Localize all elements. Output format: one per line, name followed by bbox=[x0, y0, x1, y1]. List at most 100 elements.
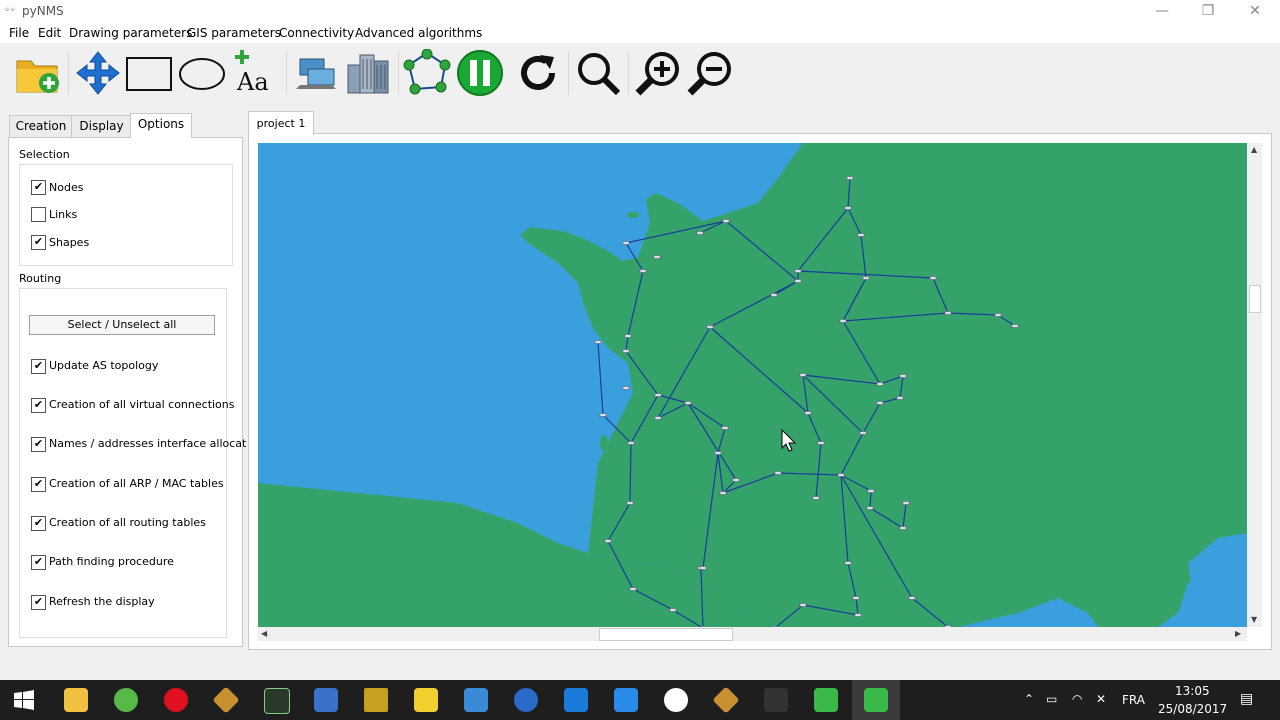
router-node[interactable] bbox=[594, 340, 602, 344]
shapes-checkbox[interactable]: ✔ bbox=[31, 235, 46, 250]
wireshark-icon[interactable] bbox=[564, 688, 588, 712]
router-node[interactable] bbox=[1011, 324, 1019, 328]
menu-connectivity[interactable]: Connectivity bbox=[279, 26, 354, 40]
horizontal-scroll-thumb[interactable] bbox=[599, 628, 733, 641]
router-node[interactable] bbox=[852, 596, 860, 600]
router-node[interactable] bbox=[684, 401, 692, 405]
router-node[interactable] bbox=[839, 319, 847, 323]
menu-edit[interactable]: Edit bbox=[38, 26, 61, 40]
app-icon[interactable] bbox=[764, 688, 788, 712]
router-node[interactable] bbox=[862, 276, 870, 280]
refresh-icon[interactable] bbox=[514, 49, 562, 97]
tab-display[interactable]: Display bbox=[71, 115, 132, 138]
routing-tables-checkbox[interactable]: ✔ bbox=[31, 516, 46, 531]
arp-mac-tables-checkbox[interactable]: ✔ bbox=[31, 477, 46, 492]
router-node[interactable] bbox=[706, 325, 714, 329]
router-node[interactable] bbox=[714, 451, 722, 455]
code-editor-active-icon[interactable] bbox=[864, 688, 888, 712]
zoom-out-icon[interactable] bbox=[686, 49, 734, 97]
nodes-checkbox[interactable]: ✔ bbox=[31, 180, 46, 195]
vertical-scroll-thumb[interactable] bbox=[1249, 285, 1261, 313]
router-node[interactable] bbox=[867, 489, 875, 493]
router-node[interactable] bbox=[794, 269, 802, 273]
menu-file[interactable]: File bbox=[9, 26, 29, 40]
scroll-down-icon[interactable]: ▼ bbox=[1251, 615, 1257, 624]
router-node[interactable] bbox=[837, 473, 845, 477]
router-node[interactable] bbox=[622, 386, 630, 390]
router-node[interactable] bbox=[896, 396, 904, 400]
network-devices-icon[interactable] bbox=[292, 49, 340, 97]
router-node[interactable] bbox=[696, 231, 704, 235]
router-node[interactable] bbox=[854, 613, 862, 617]
router-node[interactable] bbox=[799, 603, 807, 607]
python-app-icon[interactable] bbox=[514, 688, 538, 712]
battery-icon[interactable]: ▭ bbox=[1046, 692, 1057, 706]
git-app-icon[interactable] bbox=[212, 686, 240, 714]
clock-date[interactable]: 25/08/2017 bbox=[1158, 702, 1227, 716]
language-indicator[interactable]: FRA bbox=[1122, 693, 1145, 707]
search-icon[interactable] bbox=[574, 49, 622, 97]
zeal-app-icon[interactable] bbox=[614, 688, 638, 712]
router-node[interactable] bbox=[599, 413, 607, 417]
router-node[interactable] bbox=[876, 382, 884, 386]
vertical-scrollbar[interactable]: ▲ ▼ bbox=[1247, 143, 1262, 627]
router-node[interactable] bbox=[857, 233, 865, 237]
router-node[interactable] bbox=[770, 293, 778, 297]
interface-allocation-checkbox[interactable]: ✔ bbox=[31, 437, 46, 452]
router-node[interactable] bbox=[902, 501, 910, 505]
router-node[interactable] bbox=[721, 426, 729, 430]
scroll-right-icon[interactable]: ▶ bbox=[1235, 629, 1241, 638]
router-node[interactable] bbox=[627, 441, 635, 445]
router-node[interactable] bbox=[722, 219, 730, 223]
menu-gis-parameters[interactable]: GIS parameters bbox=[187, 26, 281, 40]
file-explorer-icon[interactable] bbox=[64, 688, 88, 712]
scroll-left-icon[interactable]: ◀ bbox=[261, 629, 267, 638]
router-node[interactable] bbox=[944, 311, 952, 315]
menu-advanced-algorithms[interactable]: Advanced algorithms bbox=[355, 26, 482, 40]
links-checkbox[interactable] bbox=[31, 207, 46, 222]
router-node[interactable] bbox=[622, 241, 630, 245]
router-node[interactable] bbox=[859, 431, 867, 435]
globe-app-icon[interactable] bbox=[114, 688, 138, 712]
opera-browser-icon[interactable] bbox=[164, 688, 188, 712]
close-button[interactable]: ✕ bbox=[1232, 0, 1278, 23]
xming-icon[interactable] bbox=[364, 688, 388, 712]
select-unselect-all-button[interactable]: Select / Unselect all bbox=[29, 315, 215, 335]
router-node[interactable] bbox=[732, 478, 740, 482]
restore-button[interactable]: ❐ bbox=[1185, 0, 1231, 23]
path-finding-checkbox[interactable]: ✔ bbox=[31, 555, 46, 570]
router-node[interactable] bbox=[622, 349, 630, 353]
pause-icon[interactable] bbox=[456, 49, 504, 97]
router-node[interactable] bbox=[899, 526, 907, 530]
horizontal-scrollbar[interactable]: ◀ ▶ bbox=[258, 627, 1247, 641]
router-node[interactable] bbox=[929, 276, 937, 280]
router-node[interactable] bbox=[844, 561, 852, 565]
router-node[interactable] bbox=[629, 587, 637, 591]
router-node[interactable] bbox=[604, 539, 612, 543]
router-node[interactable] bbox=[817, 441, 825, 445]
graph-layout-icon[interactable] bbox=[403, 49, 451, 97]
router-node[interactable] bbox=[812, 496, 820, 500]
router-node[interactable] bbox=[844, 206, 852, 210]
router-node[interactable] bbox=[799, 373, 807, 377]
refresh-display-checkbox[interactable]: ✔ bbox=[31, 595, 46, 610]
router-node[interactable] bbox=[908, 596, 916, 600]
router-node[interactable] bbox=[794, 279, 802, 283]
terminal-icon[interactable] bbox=[264, 688, 290, 714]
rectangle-icon[interactable] bbox=[125, 49, 173, 97]
wifi-icon[interactable]: ◠ bbox=[1072, 692, 1082, 706]
slack-icon[interactable] bbox=[664, 688, 688, 712]
tab-project-1[interactable]: project 1 bbox=[248, 111, 314, 135]
notifications-icon[interactable]: ▤ bbox=[1240, 691, 1253, 707]
virtualbox-icon[interactable] bbox=[464, 688, 488, 712]
volume-muted-icon[interactable]: ✕ bbox=[1096, 692, 1106, 706]
network-link[interactable] bbox=[597, 341, 604, 416]
router-node[interactable] bbox=[846, 176, 854, 180]
notes-app-icon[interactable] bbox=[414, 688, 438, 712]
clock-time[interactable]: 13:05 bbox=[1175, 684, 1210, 698]
router-node[interactable] bbox=[624, 334, 632, 338]
router-node[interactable] bbox=[876, 401, 884, 405]
router-node[interactable] bbox=[774, 471, 782, 475]
router-node[interactable] bbox=[699, 566, 707, 570]
router-node[interactable] bbox=[639, 269, 647, 273]
